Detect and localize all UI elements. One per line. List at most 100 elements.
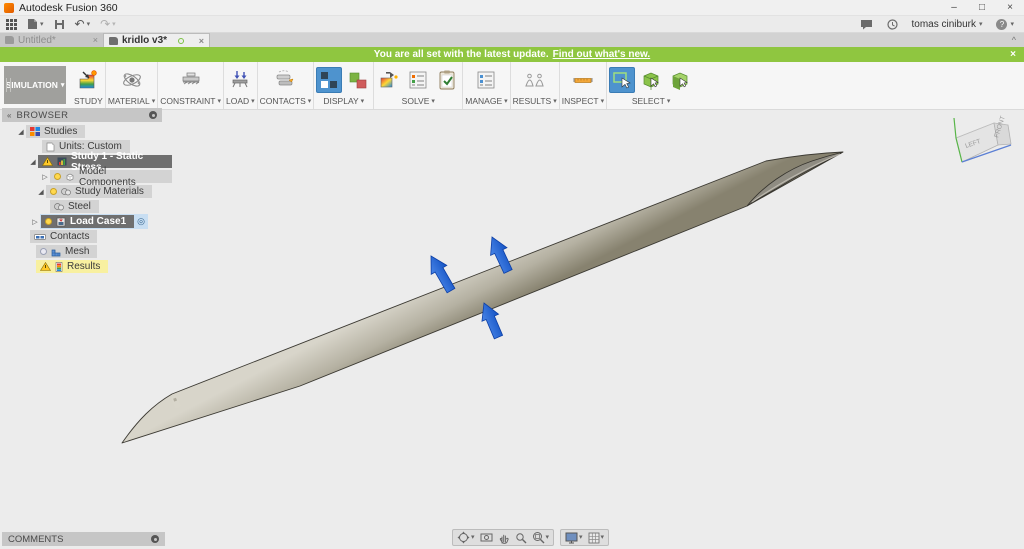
save-button[interactable] — [54, 19, 65, 30]
display-contrast-button[interactable] — [316, 67, 342, 93]
tree-item-load-case1[interactable]: ▷ Load Case1 ◎ — [2, 215, 172, 228]
zoom-window-caret[interactable]: ▾ — [546, 534, 550, 541]
materials-icon — [61, 187, 71, 196]
visibility-bulb-icon[interactable] — [50, 188, 57, 195]
expander-icon[interactable]: ▷ — [30, 218, 40, 226]
pan-button[interactable] — [498, 532, 510, 544]
zoom-button[interactable] — [515, 532, 527, 544]
grid-layout-icon — [588, 532, 600, 544]
tab-close-icon[interactable]: × — [93, 35, 98, 45]
sync-status-icon — [178, 38, 184, 44]
expander-icon[interactable]: ▷ — [40, 173, 50, 181]
tree-item-mesh[interactable]: Mesh — [2, 245, 172, 258]
ribbon-group-display: DISPLAY▾ — [314, 62, 374, 109]
banner-link[interactable]: Find out what's new. — [553, 49, 651, 60]
group-caret[interactable]: ▾ — [431, 98, 435, 105]
group-caret[interactable]: ▾ — [601, 98, 605, 105]
collapse-panel-icon[interactable]: « — [7, 111, 11, 120]
user-caret: ▾ — [979, 21, 983, 28]
close-button[interactable]: × — [996, 0, 1024, 16]
visibility-bulb-icon[interactable] — [45, 218, 52, 225]
job-status-icon[interactable] — [887, 19, 898, 30]
tree-item-model-components[interactable]: ▷ Model Components — [2, 170, 172, 183]
display-settings-button[interactable]: ▾ — [565, 532, 583, 544]
group-caret[interactable]: ▾ — [504, 98, 508, 105]
app-launcher-icon[interactable] — [6, 19, 17, 30]
panel-options-icon[interactable] — [149, 111, 157, 119]
view-cube[interactable]: LEFT FRONT — [942, 114, 1018, 178]
orbit-button[interactable]: ▾ — [457, 531, 475, 544]
file-menu-button[interactable]: ▾ — [27, 18, 44, 30]
contacts-button[interactable] — [272, 67, 298, 93]
browser-panel: « BROWSER ◢ Studies Units: Custom ◢ — [2, 108, 172, 273]
display-settings-caret[interactable]: ▾ — [579, 534, 583, 541]
maximize-button[interactable]: □ — [968, 0, 996, 16]
active-load-case-icon[interactable]: ◎ — [137, 216, 145, 227]
group-caret[interactable]: ▾ — [152, 98, 156, 105]
tab-kridlo-v3[interactable]: kridlo v3* × — [104, 33, 210, 47]
load-button[interactable] — [227, 67, 253, 93]
zoom-window-button[interactable]: ▾ — [532, 531, 550, 544]
comments-panel[interactable]: COMMENTS — [2, 532, 165, 546]
expander-icon[interactable]: ◢ — [16, 128, 26, 136]
ribbon-group-constraint: CONSTRAINT▾ — [158, 62, 224, 109]
grid-layout-caret[interactable]: ▾ — [601, 534, 605, 541]
display-compare-button[interactable] — [345, 67, 371, 93]
group-caret[interactable]: ▾ — [308, 98, 312, 105]
group-caret[interactable]: ▾ — [667, 98, 671, 105]
group-caret[interactable]: ▾ — [361, 98, 365, 105]
panel-options-icon[interactable] — [151, 535, 159, 543]
inspect-button[interactable] — [570, 67, 596, 93]
help-button[interactable]: ? ▾ — [996, 19, 1014, 30]
workspace-switcher[interactable]: SIMULATION ▾ — [4, 66, 66, 104]
solve-details-button[interactable] — [405, 67, 431, 93]
tree-item-study-materials[interactable]: ◢ Study Materials — [2, 185, 172, 198]
group-caret[interactable]: ▾ — [553, 98, 557, 105]
grid-layout-button[interactable]: ▾ — [588, 532, 605, 544]
look-at-button[interactable] — [480, 532, 493, 543]
group-caret[interactable]: ▾ — [217, 98, 221, 105]
look-at-icon — [480, 532, 493, 543]
ribbon-group-study: STUDY — [72, 62, 106, 109]
tab-untitled[interactable]: Untitled* × — [0, 33, 104, 47]
orbit-caret[interactable]: ▾ — [471, 534, 475, 541]
precheck-button[interactable] — [434, 67, 460, 93]
select-face-button[interactable] — [667, 67, 693, 93]
browser-header[interactable]: « BROWSER — [2, 108, 162, 122]
tree-item-studies[interactable]: ◢ Studies — [2, 125, 172, 138]
feedback-icon[interactable] — [860, 19, 873, 30]
banner-close-icon[interactable]: × — [1010, 47, 1016, 62]
expander-icon[interactable]: ◢ — [36, 188, 46, 196]
undo-button[interactable]: ↶ ▾ — [75, 17, 91, 31]
results-icon — [523, 68, 547, 92]
visibility-bulb-icon[interactable] — [54, 173, 61, 180]
select-window-button[interactable] — [609, 67, 635, 93]
orbit-icon — [457, 531, 470, 544]
wing-body[interactable] — [122, 152, 843, 443]
study-icon — [77, 69, 99, 91]
results-button[interactable] — [522, 67, 548, 93]
solve-button[interactable] — [376, 67, 402, 93]
expander-icon[interactable]: ◢ — [28, 158, 38, 166]
manage-button[interactable] — [473, 67, 499, 93]
visibility-bulb-icon[interactable] — [40, 248, 47, 255]
tree-item-contacts[interactable]: Contacts — [2, 230, 172, 243]
viewport-canvas[interactable]: LEFT FRONT « BROWSER ◢ Studies Units: Cu… — [0, 110, 1024, 549]
manage-icon — [475, 69, 497, 91]
new-study-button[interactable] — [75, 67, 101, 93]
tree-item-steel[interactable]: Steel — [2, 200, 172, 213]
file-menu-caret: ▾ — [40, 21, 44, 28]
tab-close-icon[interactable]: × — [199, 36, 204, 46]
load-icon — [228, 68, 252, 92]
group-label: STUDY — [74, 96, 103, 106]
redo-button[interactable]: ↷ ▾ — [100, 17, 116, 31]
constraint-button[interactable] — [178, 67, 204, 93]
document-icon — [109, 37, 118, 45]
user-account-button[interactable]: tomas ciniburk ▾ — [912, 19, 983, 30]
minimize-button[interactable]: – — [940, 0, 968, 16]
collapse-toolbar-icon[interactable]: ^ — [1012, 35, 1016, 45]
material-button[interactable] — [119, 67, 145, 93]
select-body-button[interactable] — [638, 67, 664, 93]
tree-item-results[interactable]: Results — [2, 260, 172, 273]
group-caret[interactable]: ▾ — [251, 98, 255, 105]
